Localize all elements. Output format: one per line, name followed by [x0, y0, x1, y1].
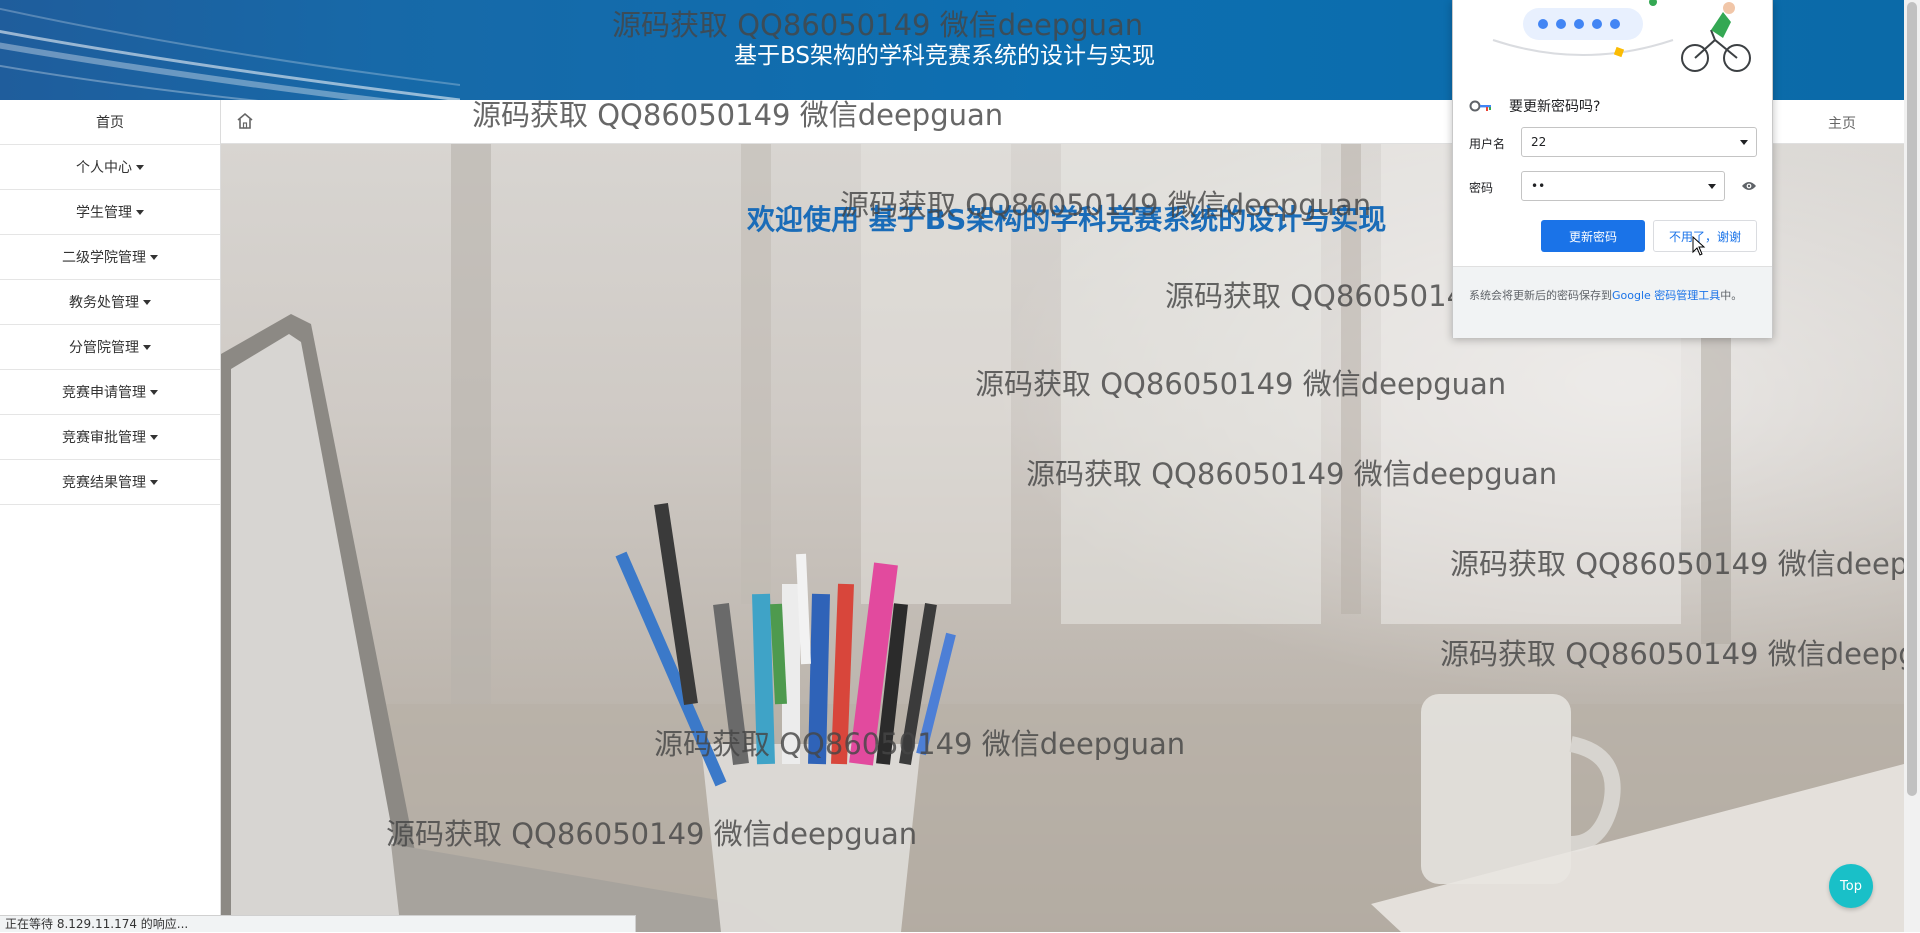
sidebar-item-label: 首页	[96, 115, 124, 131]
footer-text-prefix: 系统会将更新后的密码保存到	[1469, 289, 1612, 302]
chevron-down-icon	[1740, 140, 1748, 145]
show-password-eye-icon[interactable]	[1741, 180, 1757, 192]
sidebar-item-student-management[interactable]: 学生管理	[0, 190, 220, 235]
sidebar-item-academic-affairs-management[interactable]: 教务处管理	[0, 280, 220, 325]
password-manager-link[interactable]: Google 密码管理工具	[1612, 289, 1720, 302]
sidebar-item-personal-center[interactable]: 个人中心	[0, 145, 220, 190]
home-icon[interactable]	[235, 111, 255, 131]
scrollbar-thumb[interactable]	[1907, 2, 1917, 796]
mouse-pointer-icon	[1692, 236, 1706, 256]
dialog-footer-text: 系统会将更新后的密码保存到Google 密码管理工具中。	[1469, 287, 1759, 304]
sidebar-item-college-management[interactable]: 二级学院管理	[0, 235, 220, 280]
caret-down-icon	[150, 254, 158, 260]
update-password-dialog: 要更新密码吗? 用户名 22 密码 •• 更新密码 不用了，谢谢 系统会将更新后…	[1452, 0, 1773, 338]
sidebar-item-label: 分管院管理	[69, 340, 139, 356]
sidebar-item-competition-approval[interactable]: 竞赛审批管理	[0, 415, 220, 460]
footer-text-suffix: 中。	[1720, 289, 1743, 302]
sidebar-item-label: 竞赛结果管理	[62, 475, 146, 491]
password-select[interactable]: ••	[1521, 171, 1725, 201]
page-scrollbar[interactable]	[1904, 0, 1920, 932]
sidebar-item-label: 竞赛审批管理	[62, 430, 146, 446]
dialog-title: 要更新密码吗?	[1509, 99, 1601, 115]
sidebar-item-label: 学生管理	[76, 205, 132, 221]
watermark-text: 源码获取 QQ86050149 微信deepguan	[840, 188, 1372, 222]
watermark-text: 源码获取 QQ86050149 微信deepguan	[1440, 637, 1920, 671]
sidebar-item-label: 二级学院管理	[62, 250, 146, 266]
caret-down-icon	[136, 164, 144, 170]
caret-down-icon	[150, 434, 158, 440]
password-value: ••	[1531, 179, 1546, 193]
watermark-text: 源码获取 QQ86050149 微信deepguan	[612, 8, 1144, 42]
watermark-text: 源码获取 QQ86050149 微信deepguan	[1450, 547, 1920, 581]
chevron-down-icon	[1708, 184, 1716, 189]
caret-down-icon	[150, 479, 158, 485]
password-label: 密码	[1469, 181, 1494, 195]
username-select[interactable]: 22	[1521, 127, 1757, 157]
sidebar-item-label: 个人中心	[76, 160, 132, 176]
watermark-text: 源码获取 QQ86050149 微信deepguan	[1026, 457, 1558, 491]
watermark-text: 源码获取 QQ86050149 微信deepguan	[386, 817, 918, 851]
sidebar-item-home[interactable]: 首页	[0, 100, 220, 145]
sidebar-item-branch-management[interactable]: 分管院管理	[0, 325, 220, 370]
header-decoration	[0, 7, 460, 100]
nav-home-link[interactable]: 主页	[1828, 113, 1856, 133]
sidebar-item-label: 竞赛申请管理	[62, 385, 146, 401]
caret-down-icon	[136, 209, 144, 215]
browser-status-bar: 正在等待 8.129.11.174 的响应...	[0, 915, 636, 932]
caret-down-icon	[150, 389, 158, 395]
cyclist-illustration	[1492, 0, 1751, 72]
sidebar-item-competition-application[interactable]: 竞赛申请管理	[0, 370, 220, 415]
sidebar-item-competition-results[interactable]: 竞赛结果管理	[0, 460, 220, 505]
sidebar-item-label: 教务处管理	[69, 295, 139, 311]
caret-down-icon	[143, 344, 151, 350]
update-password-button[interactable]: 更新密码	[1541, 220, 1645, 252]
watermark-text: 源码获取 QQ86050149 微信deepguan	[472, 98, 1004, 132]
back-to-top-button[interactable]: Top	[1829, 864, 1873, 908]
google-key-icon	[1469, 100, 1491, 112]
watermark-text: 源码获取 QQ86050149 微信deepguan	[654, 727, 1186, 761]
caret-down-icon	[143, 299, 151, 305]
dialog-footer: 系统会将更新后的密码保存到Google 密码管理工具中。	[1453, 266, 1772, 338]
username-label: 用户名	[1469, 137, 1506, 151]
username-value: 22	[1531, 135, 1547, 149]
sidebar: 首页 个人中心 学生管理 二级学院管理 教务处管理 分管院管理 竞赛申请管理 竞…	[0, 100, 221, 932]
watermark-text: 源码获取 QQ86050149 微信deepguan	[975, 367, 1507, 401]
